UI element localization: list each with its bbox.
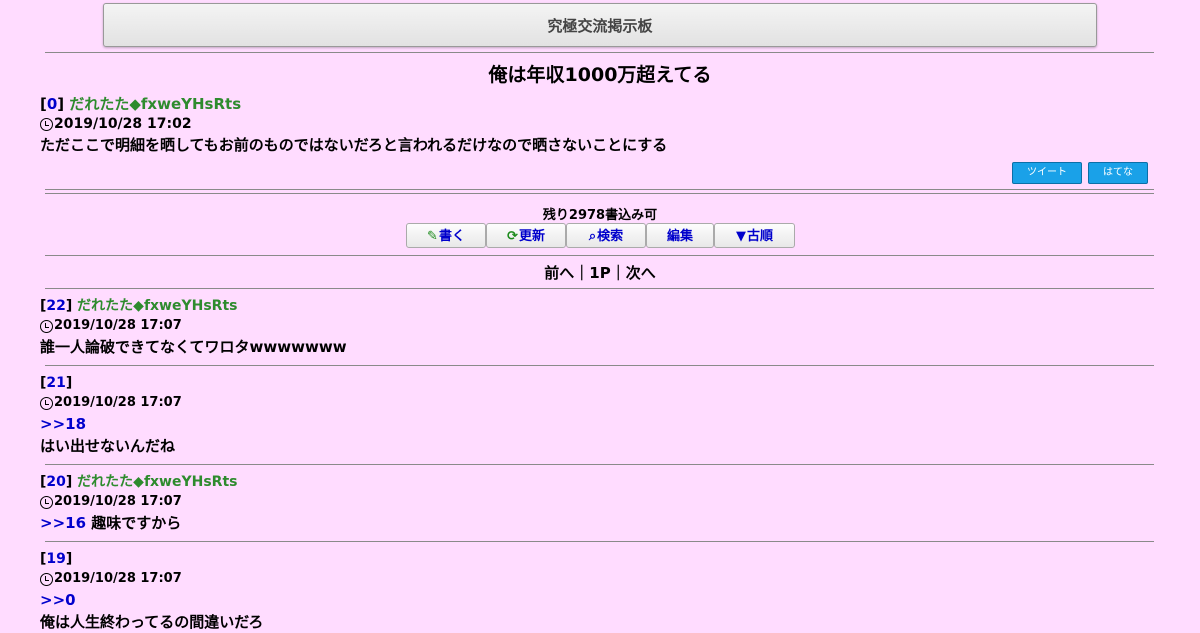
post-header: [22] だれたた◆fxweYHsRts	[40, 298, 238, 314]
post-date-text: 2019/10/28 17:07	[54, 395, 182, 410]
post-date-text: 2019/10/28 17:07	[54, 494, 182, 509]
post-number-link[interactable]: 20	[46, 474, 65, 490]
clock-icon	[40, 495, 53, 509]
post-body: >>16 趣味ですから	[40, 512, 1150, 534]
refresh-button[interactable]: ⟳更新	[486, 223, 566, 248]
divider	[45, 541, 1154, 542]
post-body: ただここで明細を晒してもお前のものではないだろと言われるだけなので晒さないことに…	[40, 136, 668, 154]
post-number-link[interactable]: 22	[46, 298, 65, 314]
post-body: 誰一人論破できてなくてワロタwwwwwww	[40, 336, 1150, 358]
post-date: 2019/10/28 17:07	[40, 393, 1150, 413]
prev-page-link[interactable]: 前へ	[544, 264, 574, 282]
clock-icon	[40, 319, 53, 333]
list-item: [19] 2019/10/28 17:07 >>0 俺は人生終わってるの間違いだろ	[40, 549, 1150, 633]
hatena-button[interactable]: はてな	[1088, 162, 1148, 184]
post-author: だれたた◆fxweYHsRts	[77, 474, 238, 490]
divider	[45, 365, 1154, 366]
post-body-text: 誰一人論破できてなくてワロタwwwwwww	[40, 338, 347, 356]
list-item: [20] だれたた◆fxweYHsRts 2019/10/28 17:07 >>…	[40, 472, 1150, 534]
post-header: [19]	[40, 551, 73, 567]
write-label: 書く	[438, 229, 465, 244]
refresh-label: 更新	[518, 229, 545, 244]
refresh-icon: ⟳	[507, 229, 518, 244]
old-order-label: 古順	[746, 229, 773, 244]
pager-separator: ｜	[574, 264, 590, 282]
post-body-text: 趣味ですから	[91, 514, 182, 532]
edit-label: 編集	[666, 229, 693, 244]
reply-anchor-link[interactable]: >>16	[40, 514, 86, 532]
post-number-link[interactable]: 21	[46, 375, 65, 391]
post-header: [20] だれたた◆fxweYHsRts	[40, 474, 238, 490]
edit-button[interactable]: 編集	[646, 223, 714, 248]
list-item: [22] だれたた◆fxweYHsRts 2019/10/28 17:07 誰一…	[40, 296, 1150, 358]
pager-separator: ｜	[610, 264, 626, 282]
post-header: [0] だれたた◆fxweYHsRts	[40, 95, 242, 113]
post-header: [21]	[40, 375, 73, 391]
reply-anchor-link[interactable]: >>18	[40, 415, 86, 433]
divider	[45, 464, 1154, 465]
post-author: だれたた◆fxweYHsRts	[69, 95, 242, 113]
search-icon: ⌕	[588, 229, 597, 244]
post-number-link[interactable]: 19	[46, 551, 65, 567]
post-date: 2019/10/28 17:07	[40, 316, 1150, 336]
post-date-text: 2019/10/28 17:07	[54, 318, 182, 333]
remaining-posts: 残り2978書込み可	[542, 208, 658, 223]
post-date: 2019/10/28 17:07	[40, 492, 1150, 512]
list-item: [21] 2019/10/28 17:07 >>18 はい出せないんだね	[40, 373, 1150, 457]
board-title[interactable]: 究極交流掲示板	[547, 15, 652, 36]
reply-anchor-link[interactable]: >>0	[40, 591, 76, 609]
divider	[45, 255, 1154, 256]
old-order-button[interactable]: ▼古順	[714, 223, 795, 248]
divider	[45, 288, 1154, 289]
clock-icon	[40, 572, 53, 586]
post-body-text: 俺は人生終わってるの間違いだろ	[40, 613, 264, 631]
post-body: >>18 はい出せないんだね	[40, 413, 1150, 457]
share-buttons: ツイート はてな	[1012, 162, 1148, 184]
thread-title: 俺は年収1000万超えてる	[488, 64, 712, 86]
divider-double	[45, 189, 1154, 194]
post-date: 2019/10/28 17:02	[40, 114, 1150, 134]
post-body: >>0 俺は人生終わってるの間違いだろ	[40, 589, 1150, 633]
pager: 前へ｜1P｜次へ	[0, 262, 1200, 283]
post-date: 2019/10/28 17:07	[40, 569, 1150, 589]
search-button[interactable]: ⌕検索	[566, 223, 646, 248]
triangle-down-icon: ▼	[735, 229, 746, 244]
next-page-link[interactable]: 次へ	[626, 264, 656, 282]
divider	[45, 52, 1154, 53]
post-author: だれたた◆fxweYHsRts	[77, 298, 238, 314]
clock-icon	[40, 117, 53, 131]
post-body-text: はい出せないんだね	[40, 437, 176, 455]
page-number-link[interactable]: 1P	[589, 264, 610, 282]
post-number-link[interactable]: 0	[47, 95, 57, 113]
post-date-text: 2019/10/28 17:07	[54, 571, 182, 586]
pencil-icon: ✎	[427, 229, 438, 244]
search-label: 検索	[597, 229, 624, 244]
thread-toolbar: ✎書く ⟳更新 ⌕検索 編集 ▼古順	[406, 223, 795, 248]
post-date-text: 2019/10/28 17:02	[54, 116, 192, 132]
tweet-button[interactable]: ツイート	[1012, 162, 1082, 184]
clock-icon	[40, 396, 53, 410]
write-button[interactable]: ✎書く	[406, 223, 486, 248]
board-title-bar[interactable]: 究極交流掲示板	[103, 3, 1097, 47]
op-post: [0] だれたた◆fxweYHsRts 2019/10/28 17:02 ただこ…	[40, 94, 1150, 156]
